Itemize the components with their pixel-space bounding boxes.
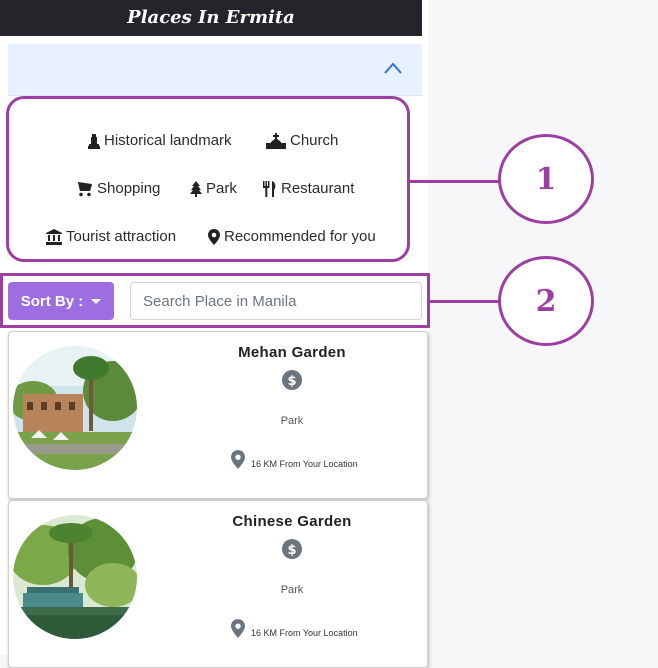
distance-value: 16 KM [251,628,278,638]
place-distance: 16 KM From Your Location [231,619,358,638]
map-marker-icon [231,619,245,638]
callout-badge: 2 [498,256,594,346]
callout-connector [410,180,502,183]
distance-value: 16 KM [251,459,278,469]
category-accordion-header[interactable] [8,44,422,96]
svg-text:$: $ [287,543,296,558]
callout-badge: 1 [498,134,594,224]
place-name: Mehan Garden [238,344,346,361]
place-type: Park [280,584,304,596]
place-thumbnail [13,346,137,470]
place-card[interactable]: Chinese Garden $ Park 16 KM From Your Lo… [8,500,428,668]
map-marker-icon [231,450,245,469]
place-thumbnail [13,515,137,639]
chevron-up-icon[interactable] [384,61,402,75]
distance-suffix: From Your Location [279,628,358,638]
place-name: Chinese Garden [232,513,352,530]
place-type: Park [280,415,304,427]
page-title: Places In Ermita [0,0,422,36]
callout-connector [430,300,500,303]
callout-frame-search [0,273,430,328]
callout-frame-categories [6,96,410,262]
dollar-icon: $ [282,539,302,559]
svg-text:$: $ [287,374,296,389]
distance-suffix: From Your Location [279,459,358,469]
place-distance: 16 KM From Your Location [231,450,358,469]
dollar-icon: $ [282,370,302,390]
place-card[interactable]: Mehan Garden $ Park 16 KM From Your Loca… [8,331,428,499]
